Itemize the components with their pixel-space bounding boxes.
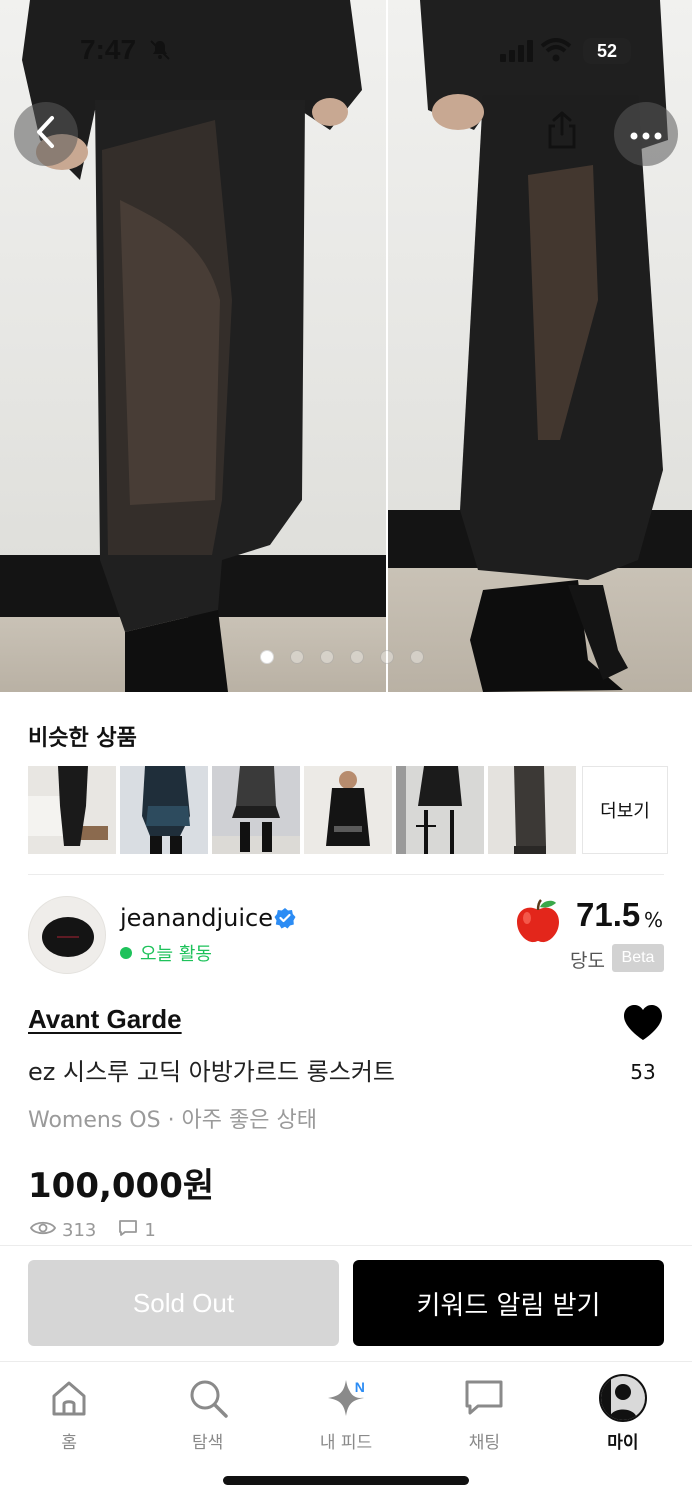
- status-time: 7:47: [80, 34, 137, 65]
- seller-activity-label: 오늘 활동: [140, 944, 212, 965]
- tab-home[interactable]: 홈: [0, 1362, 138, 1462]
- product-stats: 313 1: [29, 1219, 156, 1242]
- tab-chat[interactable]: 채팅: [415, 1362, 553, 1462]
- heart-icon[interactable]: [622, 1004, 664, 1046]
- divider: [0, 1245, 692, 1246]
- tab-search[interactable]: 탐색: [138, 1362, 276, 1462]
- carousel-dot[interactable]: [320, 650, 334, 664]
- wifi-icon: [540, 38, 572, 66]
- tab-my-label: 마이: [607, 1433, 639, 1453]
- search-icon: [187, 1374, 229, 1422]
- beta-badge: Beta: [612, 944, 664, 972]
- more-icon: [630, 125, 662, 144]
- similar-item-thumbnail[interactable]: [488, 766, 576, 854]
- tab-feed[interactable]: N 내 피드: [277, 1362, 415, 1462]
- sweetness-score: 71.5: [576, 896, 641, 933]
- similar-item-thumbnail[interactable]: [304, 766, 392, 854]
- back-button[interactable]: [14, 102, 78, 166]
- similar-item-thumbnail[interactable]: [120, 766, 208, 854]
- more-options-button[interactable]: [614, 102, 678, 166]
- sold-out-button[interactable]: Sold Out: [28, 1260, 339, 1346]
- eye-icon: [29, 1219, 57, 1242]
- view-count: 313: [62, 1220, 97, 1241]
- similar-items-title: 비슷한 상품: [28, 726, 137, 751]
- signal-icon: [500, 40, 534, 66]
- like-count: 53: [630, 1060, 656, 1084]
- tab-home-label: 홈: [61, 1433, 78, 1453]
- feed-new-badge: N: [348, 1376, 371, 1398]
- similar-items-list: 더보기: [28, 766, 668, 854]
- comment-count: 1: [144, 1220, 156, 1241]
- back-icon: [32, 115, 60, 153]
- seller-avatar[interactable]: [28, 896, 106, 974]
- sweetness-unit: %: [644, 908, 664, 932]
- product-brand[interactable]: Avant Garde: [28, 1004, 182, 1035]
- keyword-alert-button[interactable]: 키워드 알림 받기: [353, 1260, 664, 1346]
- online-dot: [120, 947, 132, 959]
- product-price: 100,000원: [28, 1166, 215, 1206]
- status-bar: 7:47 52: [0, 0, 692, 100]
- share-icon: [545, 110, 579, 154]
- chat-icon: [464, 1374, 504, 1422]
- seller-activity: 오늘 활동: [120, 940, 212, 966]
- home-indicator: [223, 1476, 469, 1485]
- share-button[interactable]: [530, 100, 594, 164]
- product-title: ez 시스루 고딕 아방가르드 롱스커트: [28, 1058, 395, 1086]
- carousel-dot[interactable]: [350, 650, 364, 664]
- divider: [28, 874, 664, 875]
- similar-item-thumbnail[interactable]: [212, 766, 300, 854]
- carousel-dots: [260, 650, 424, 664]
- tab-search-label: 탐색: [191, 1433, 224, 1453]
- tab-feed-label: 내 피드: [319, 1433, 373, 1453]
- sweetness-label: 당도: [570, 950, 605, 972]
- carousel-dot[interactable]: [380, 650, 394, 664]
- carousel-dot[interactable]: [290, 650, 304, 664]
- bell-muted-icon: [148, 38, 172, 66]
- battery-indicator: 52: [583, 38, 631, 64]
- verified-icon: [274, 907, 296, 933]
- seller-name[interactable]: jeanandjuice: [120, 904, 273, 932]
- carousel-dot[interactable]: [260, 650, 274, 664]
- product-image-carousel[interactable]: 7:47 52: [0, 0, 692, 692]
- similar-more-button[interactable]: 더보기: [582, 766, 668, 854]
- bottom-tab-bar: 홈 탐색 N 내 피드 채팅 마이: [0, 1362, 692, 1462]
- tab-my[interactable]: 마이: [554, 1362, 692, 1462]
- comment-icon: [118, 1219, 138, 1242]
- profile-avatar: [598, 1374, 647, 1422]
- product-meta: Womens OS · 아주 좋은 상태: [28, 1108, 317, 1133]
- similar-item-thumbnail[interactable]: [396, 766, 484, 854]
- apple-icon: [514, 898, 562, 948]
- similar-item-thumbnail[interactable]: [28, 766, 116, 854]
- home-icon: [49, 1374, 89, 1422]
- carousel-dot[interactable]: [410, 650, 424, 664]
- tab-chat-label: 채팅: [468, 1433, 501, 1453]
